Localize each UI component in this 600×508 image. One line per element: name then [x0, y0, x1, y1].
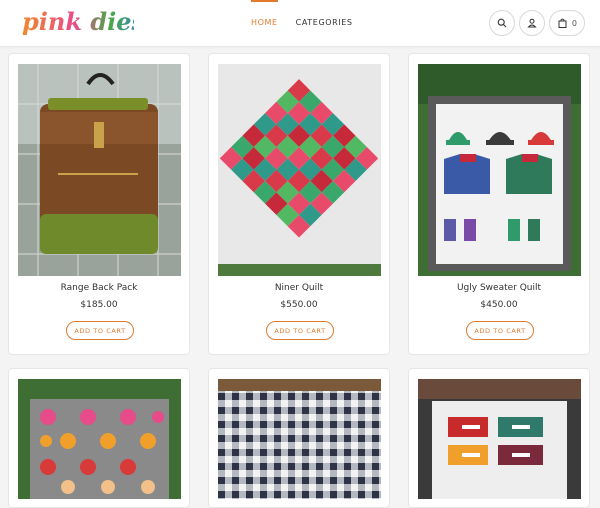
- product-price: $185.00: [80, 300, 118, 310]
- add-to-cart-button[interactable]: ADD TO CART: [66, 321, 134, 340]
- product-price: $550.00: [280, 300, 318, 310]
- cart-button[interactable]: 0: [549, 10, 585, 36]
- product-image[interactable]: [18, 64, 181, 276]
- product-card[interactable]: [408, 368, 590, 508]
- product-image[interactable]: [418, 379, 581, 499]
- add-to-cart-button[interactable]: ADD TO CART: [266, 321, 334, 340]
- product-card[interactable]: Ugly Sweater Quilt $450.00 ADD TO CART: [408, 53, 590, 355]
- bag-icon: [558, 18, 567, 28]
- account-button[interactable]: [519, 10, 545, 36]
- product-image[interactable]: [218, 64, 381, 276]
- product-image[interactable]: [18, 379, 181, 499]
- product-name[interactable]: Range Back Pack: [9, 283, 189, 293]
- product-card[interactable]: [208, 368, 390, 508]
- nav-home[interactable]: HOME: [251, 0, 278, 46]
- product-name[interactable]: Ugly Sweater Quilt: [409, 283, 589, 293]
- add-to-cart-button[interactable]: ADD TO CART: [466, 321, 534, 340]
- main-nav: HOME CATEGORIES: [251, 0, 353, 46]
- brand-logo[interactable]: pink diesel: [22, 4, 134, 40]
- svg-text:pink diesel: pink diesel: [22, 7, 134, 36]
- search-button[interactable]: [489, 10, 515, 36]
- product-image[interactable]: [418, 64, 581, 276]
- product-card[interactable]: Niner Quilt $550.00 ADD TO CART: [208, 53, 390, 355]
- product-image[interactable]: [218, 379, 381, 499]
- product-name[interactable]: Niner Quilt: [209, 283, 389, 293]
- product-price: $450.00: [480, 300, 518, 310]
- search-icon: [497, 18, 507, 28]
- user-icon: [527, 18, 537, 28]
- product-card[interactable]: Range Back Pack $185.00 ADD TO CART: [8, 53, 190, 355]
- product-card[interactable]: [8, 368, 190, 508]
- cart-count: 0: [571, 18, 577, 28]
- nav-categories[interactable]: CATEGORIES: [296, 0, 353, 46]
- site-header: pink diesel HOME CATEGORIES 0: [0, 0, 600, 46]
